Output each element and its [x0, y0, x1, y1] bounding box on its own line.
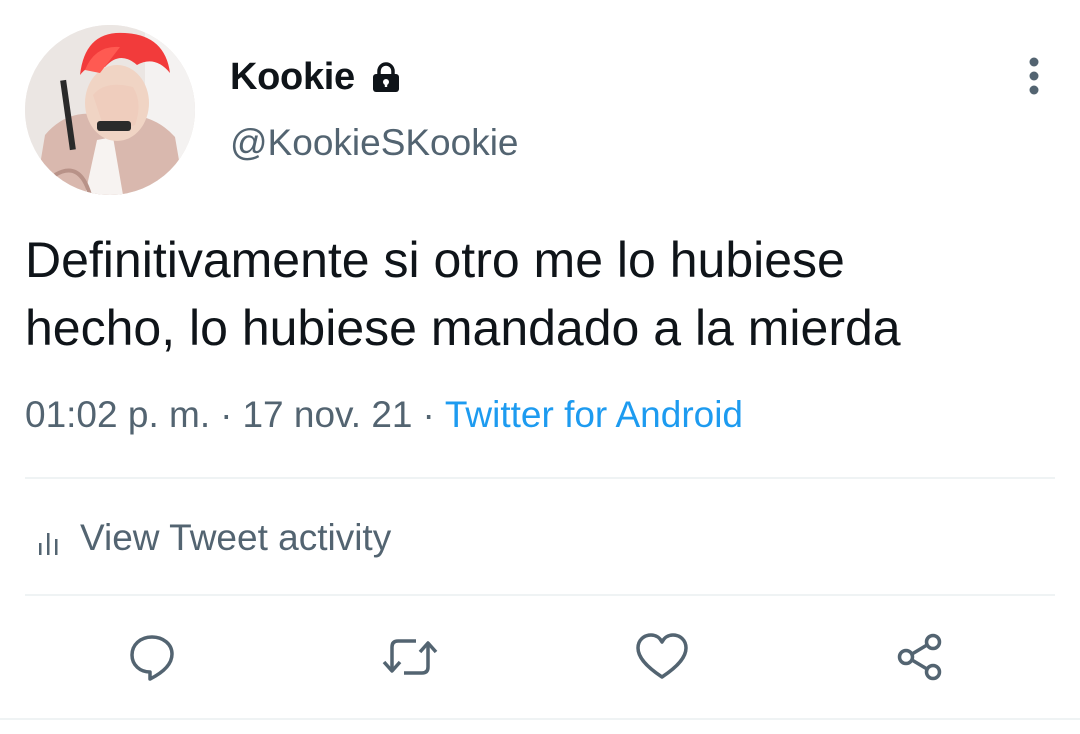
separator: · — [220, 394, 233, 435]
bottom-divider — [0, 718, 1080, 720]
view-tweet-activity-button[interactable]: View Tweet activity — [36, 512, 391, 564]
author-row: Kookie — [230, 52, 403, 102]
tweet-text: Definitivamente si otro me lo hubiese he… — [25, 232, 901, 356]
more-vertical-icon — [1029, 57, 1039, 95]
profile-photo-icon — [25, 25, 195, 195]
reply-button[interactable] — [120, 625, 184, 689]
retweet-icon — [382, 639, 438, 675]
share-button[interactable] — [888, 625, 952, 689]
bar-chart-icon — [36, 524, 64, 555]
tweet-date[interactable]: 17 nov. 21 — [242, 394, 412, 436]
divider — [25, 594, 1055, 596]
separator: · — [422, 394, 435, 435]
comment-icon — [130, 635, 174, 681]
tweet-card: Kookie @KookieSKookie Definitivamente si… — [0, 0, 1080, 734]
action-bar — [0, 625, 1080, 689]
tweet-source-link[interactable]: Twitter for Android — [445, 394, 743, 436]
retweet-button[interactable] — [378, 625, 442, 689]
activity-label: View Tweet activity — [80, 517, 392, 558]
user-handle[interactable]: @KookieSKookie — [230, 122, 519, 164]
lock-icon — [369, 60, 403, 94]
tweet-time[interactable]: 01:02 p. m. — [25, 394, 210, 436]
heart-icon — [636, 633, 688, 679]
more-options-button[interactable] — [1010, 52, 1058, 100]
tweet-metadata: 01:02 p. m. · 17 nov. 21 · Twitter for A… — [25, 394, 743, 436]
share-icon — [897, 633, 942, 681]
divider — [25, 477, 1055, 479]
like-button[interactable] — [630, 625, 694, 689]
avatar[interactable] — [25, 25, 195, 195]
display-name[interactable]: Kookie — [230, 56, 355, 99]
